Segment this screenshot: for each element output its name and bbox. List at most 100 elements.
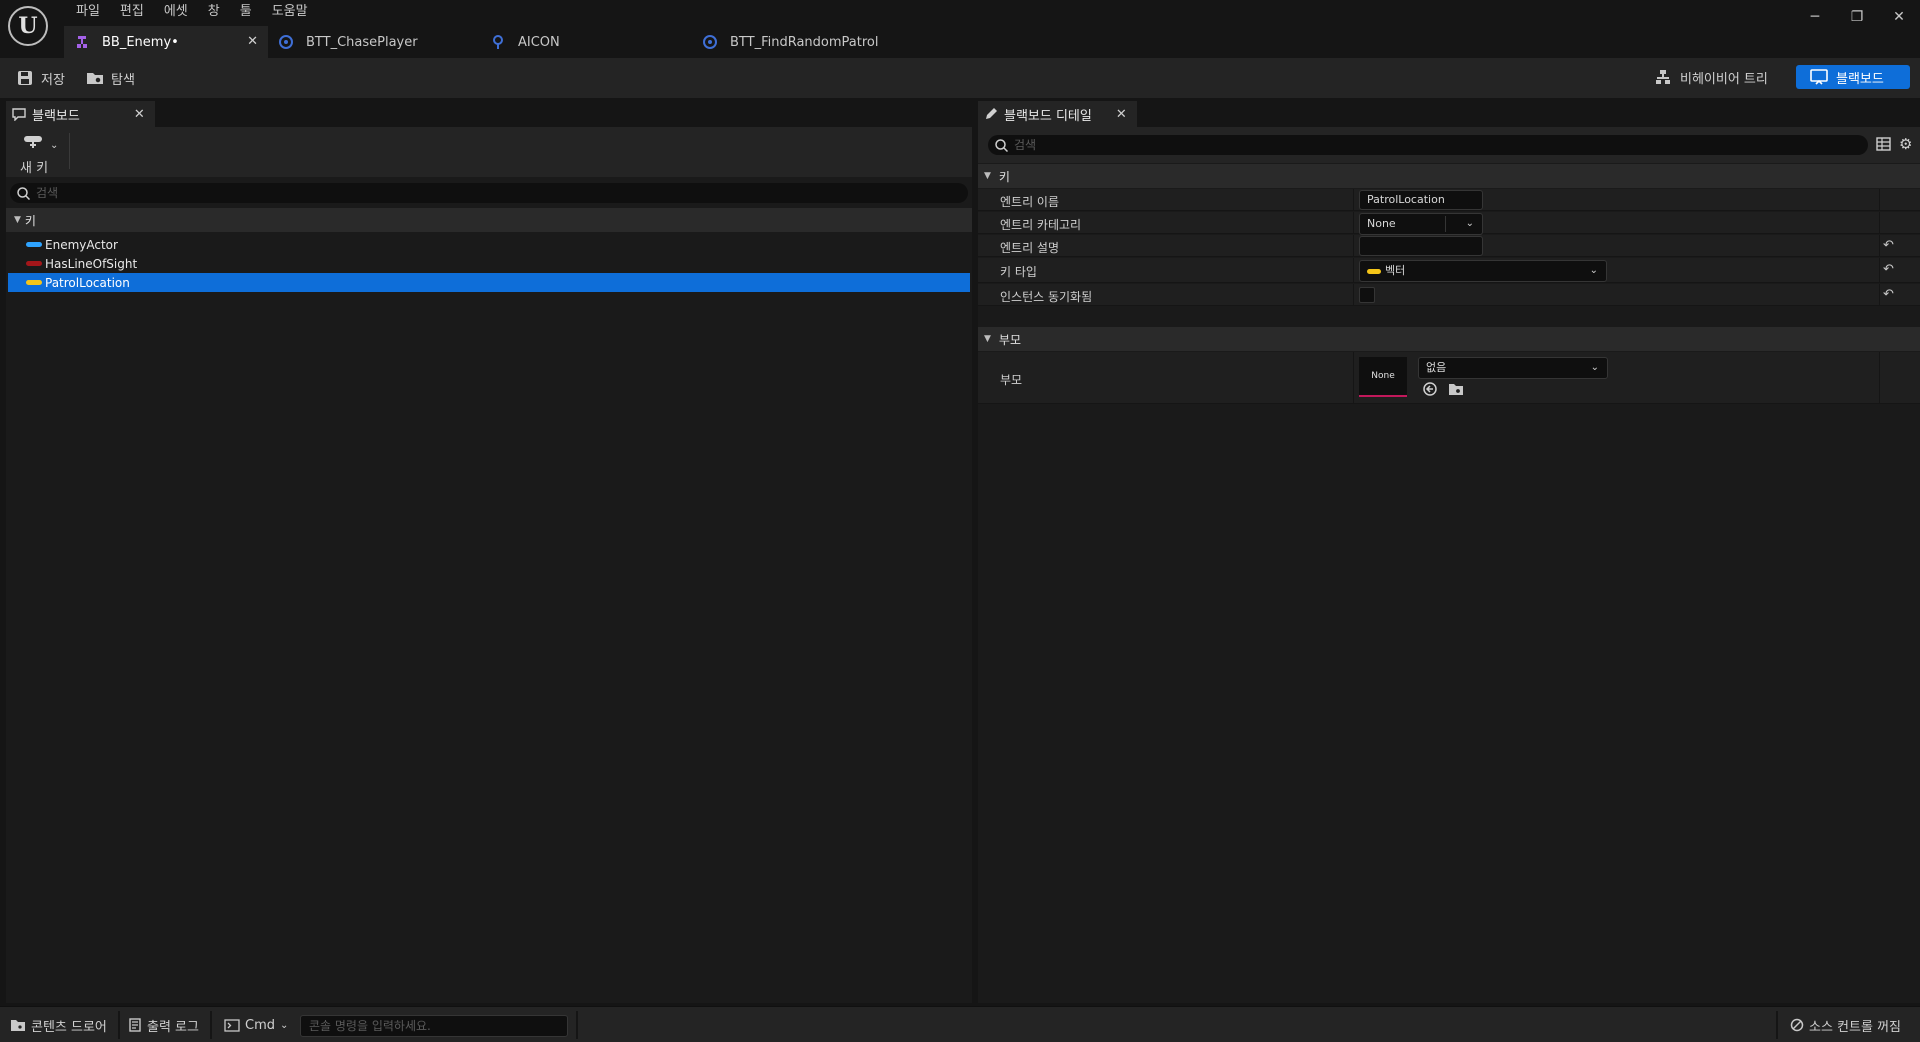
tab-label: BB_Enemy• bbox=[102, 34, 179, 50]
cmd-label: Cmd bbox=[245, 1017, 275, 1033]
new-key-label: 새 키 bbox=[20, 161, 49, 176]
status-bar: 콘텐츠 드로어 출력 로그 Cmd ⌄ 콘솔 명령을 입력하세요. 소스 컨트롤… bbox=[0, 1006, 1920, 1042]
source-control-button[interactable]: 소스 컨트롤 꺼짐 bbox=[1790, 1015, 1901, 1035]
window-controls: ─ ❐ ✕ bbox=[1794, 6, 1920, 28]
menu-bar: 파일 편집 에셋 창 툴 도움말 bbox=[66, 4, 318, 20]
save-button[interactable]: 저장 bbox=[16, 67, 65, 89]
entry-name-field[interactable]: PatrolLocation bbox=[1359, 190, 1483, 210]
blackboard-panel-tab[interactable]: 블랙보드 ✕ bbox=[6, 101, 155, 127]
tab-btt-findrandompatrol[interactable]: BTT_FindRandomPatrol bbox=[692, 26, 912, 58]
column-divider bbox=[1879, 235, 1880, 256]
output-log-label: 출력 로그 bbox=[147, 1019, 199, 1035]
column-divider bbox=[1353, 284, 1354, 305]
key-name: HasLineOfSight bbox=[45, 256, 138, 271]
collapse-arrow-icon: ▼ bbox=[14, 215, 21, 225]
cmd-selector[interactable]: Cmd ⌄ bbox=[224, 1015, 288, 1035]
vector-type-icon bbox=[1367, 268, 1381, 274]
chevron-down-icon: ⌄ bbox=[1590, 362, 1599, 373]
parent-section-header[interactable]: ▼ 부모 bbox=[978, 327, 1920, 351]
tab-bb-enemy[interactable]: BB_Enemy• ✕ bbox=[64, 26, 268, 58]
unreal-logo-icon[interactable]: U bbox=[8, 6, 48, 46]
entry-description-field[interactable] bbox=[1359, 236, 1483, 256]
key-type-combo[interactable]: 벡터 ⌄ bbox=[1359, 260, 1607, 282]
column-divider bbox=[1353, 212, 1354, 233]
tab-aicon[interactable]: AICON bbox=[480, 26, 692, 58]
column-divider bbox=[1353, 189, 1354, 210]
instance-synced-row: 인스턴스 동기화됨 ↶ bbox=[978, 284, 1920, 306]
close-tab-icon[interactable]: ✕ bbox=[247, 34, 258, 49]
column-divider bbox=[1879, 258, 1880, 282]
key-type-value: 벡터 bbox=[1385, 264, 1406, 277]
blueprint-icon bbox=[278, 34, 294, 50]
behavior-tree-mode-button[interactable]: 비헤이비어 트리 bbox=[1640, 65, 1782, 89]
save-icon bbox=[16, 69, 34, 87]
key-row-haslineofsight[interactable]: HasLineOfSight bbox=[8, 254, 970, 273]
column-divider bbox=[1353, 258, 1354, 282]
restore-button[interactable]: ❐ bbox=[1836, 6, 1878, 28]
entry-category-combo[interactable]: None ⌄ bbox=[1359, 213, 1483, 235]
output-log-icon bbox=[128, 1018, 142, 1032]
status-separator bbox=[118, 1011, 120, 1039]
column-divider bbox=[1879, 284, 1880, 305]
menu-asset[interactable]: 에셋 bbox=[154, 4, 198, 20]
key-search-field[interactable] bbox=[10, 183, 968, 203]
menu-file[interactable]: 파일 bbox=[66, 4, 110, 20]
blackboard-toolbar: ⌄ 새 키 bbox=[6, 127, 972, 177]
key-section-header[interactable]: ▼ 키 bbox=[978, 164, 1920, 188]
blackboard-mode-button[interactable]: 블랙보드 bbox=[1796, 65, 1910, 89]
details-search-input[interactable] bbox=[1014, 138, 1806, 152]
tab-label: AICON bbox=[518, 34, 560, 50]
column-divider bbox=[1879, 212, 1880, 233]
close-window-button[interactable]: ✕ bbox=[1878, 6, 1920, 28]
menu-window[interactable]: 창 bbox=[198, 4, 230, 20]
content-drawer-icon bbox=[10, 1018, 26, 1032]
details-search-field[interactable] bbox=[988, 135, 1868, 155]
key-row-patrollocation[interactable]: PatrolLocation bbox=[8, 273, 970, 292]
content-drawer-button[interactable]: 콘텐츠 드로어 bbox=[10, 1015, 107, 1035]
reset-to-default-icon[interactable]: ↶ bbox=[1883, 262, 1894, 277]
console-command-input[interactable]: 콘솔 명령을 입력하세요. bbox=[300, 1015, 568, 1037]
parent-section-label: 부모 bbox=[998, 332, 1022, 347]
parent-asset-combo[interactable]: 없음 ⌄ bbox=[1418, 357, 1608, 379]
menu-edit[interactable]: 편집 bbox=[110, 4, 154, 20]
save-label: 저장 bbox=[41, 72, 65, 88]
panel-tab-label: 블랙보드 bbox=[32, 108, 80, 124]
parent-thumbnail[interactable]: None bbox=[1359, 357, 1407, 397]
use-selected-asset-icon[interactable] bbox=[1422, 381, 1438, 397]
menu-help[interactable]: 도움말 bbox=[262, 4, 318, 20]
chevron-down-icon: ⌄ bbox=[1589, 265, 1598, 276]
details-panel-tab[interactable]: 블랙보드 디테일 ✕ bbox=[978, 101, 1137, 127]
combo-divider bbox=[1445, 216, 1446, 232]
behavior-tree-icon bbox=[1654, 68, 1672, 86]
entry-name-row: 엔트리 이름 PatrolLocation bbox=[978, 189, 1920, 211]
instance-synced-checkbox[interactable] bbox=[1359, 287, 1375, 303]
content-drawer-label: 콘텐츠 드로어 bbox=[31, 1019, 107, 1035]
reset-to-default-icon[interactable]: ↶ bbox=[1883, 238, 1894, 253]
object-type-icon bbox=[26, 242, 42, 247]
key-search-input[interactable] bbox=[36, 186, 899, 200]
parent-label: 부모 bbox=[1000, 373, 1023, 387]
settings-gear-icon[interactable]: ⚙ bbox=[1899, 135, 1912, 153]
search-icon bbox=[995, 138, 1008, 152]
close-panel-icon[interactable]: ✕ bbox=[1116, 107, 1127, 122]
close-panel-icon[interactable]: ✕ bbox=[134, 107, 145, 122]
menu-tools[interactable]: 툴 bbox=[230, 4, 262, 20]
output-log-button[interactable]: 출력 로그 bbox=[128, 1015, 199, 1035]
tab-label: BTT_ChasePlayer bbox=[306, 34, 418, 50]
keys-category-header[interactable]: ▼ 키 bbox=[6, 208, 972, 232]
new-key-button[interactable]: ⌄ 새 키 bbox=[12, 135, 68, 176]
minimize-button[interactable]: ─ bbox=[1794, 6, 1836, 28]
table-view-icon[interactable] bbox=[1876, 137, 1891, 151]
blackboard-details-panel: 블랙보드 디테일 ✕ ⚙ ▼ 키 엔트리 이름 PatrolLocation 엔… bbox=[978, 101, 1920, 1003]
browse-button[interactable]: 탐색 bbox=[86, 67, 135, 89]
key-row-enemyactor[interactable]: EnemyActor bbox=[8, 235, 970, 254]
browse-asset-icon[interactable] bbox=[1448, 381, 1464, 397]
behavior-tree-label: 비헤이비어 트리 bbox=[1680, 71, 1768, 87]
ai-controller-icon bbox=[490, 34, 506, 50]
status-separator bbox=[1776, 1011, 1778, 1039]
reset-to-default-icon[interactable]: ↶ bbox=[1883, 287, 1894, 302]
column-divider bbox=[1353, 352, 1354, 403]
blackboard-icon bbox=[74, 34, 90, 50]
blackboard-speech-icon bbox=[12, 107, 26, 121]
tab-btt-chaseplayer[interactable]: BTT_ChasePlayer bbox=[268, 26, 480, 58]
